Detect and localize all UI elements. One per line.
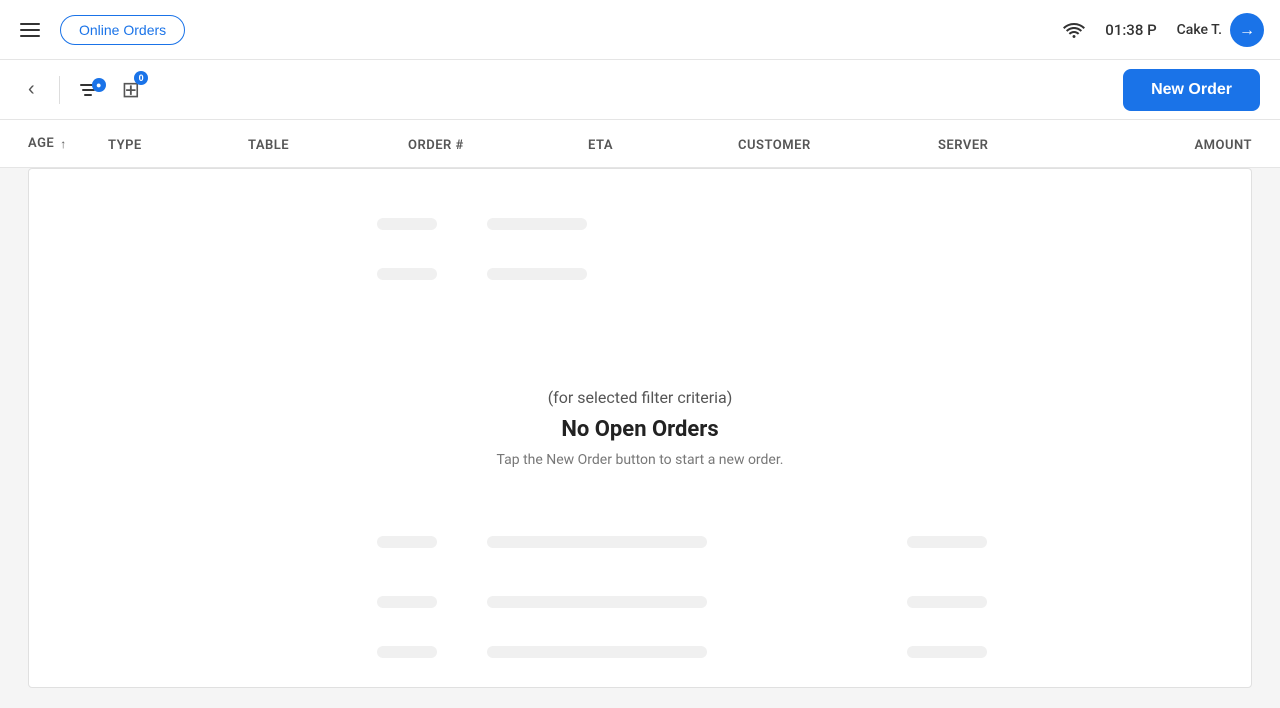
back-icon: ‹: [28, 78, 35, 101]
placeholder-cell: [487, 536, 707, 548]
empty-subtitle: Tap the New Order button to start a new …: [497, 452, 784, 468]
type-header: TYPE: [108, 138, 142, 153]
placeholder-row-5: [29, 627, 1251, 677]
placeholder-row-2: [29, 249, 1251, 299]
filter-button[interactable]: ●: [76, 80, 102, 100]
table-header-label: TABLE: [248, 138, 289, 153]
col-table: TABLE: [248, 134, 408, 153]
topbar-left: Online Orders: [16, 15, 185, 45]
customer-header: CUSTOMER: [738, 138, 811, 153]
order-header: ORDER #: [408, 138, 464, 153]
back-button[interactable]: ‹: [20, 74, 43, 105]
amount-header: AMOUNT: [1194, 138, 1252, 153]
toolbar-left: ‹ ● ⊞ 0: [20, 73, 144, 107]
placeholder-cell: [377, 218, 437, 230]
col-server: SERVER: [938, 134, 1118, 153]
server-header: SERVER: [938, 138, 988, 153]
online-orders-button[interactable]: Online Orders: [60, 15, 185, 45]
placeholder-row-3: [29, 517, 1251, 567]
toolbar-divider: [59, 76, 60, 104]
placeholder-row-4: [29, 577, 1251, 627]
placeholder-cell: [907, 536, 987, 548]
wifi-icon: [1063, 22, 1085, 38]
table-header: AGE ↑ TYPE TABLE ORDER # ETA CUSTOMER SE…: [0, 120, 1280, 168]
age-header: AGE: [28, 136, 54, 151]
placeholder-cell: [487, 596, 707, 608]
user-avatar[interactable]: →: [1230, 13, 1264, 47]
register-badge: 0: [134, 71, 148, 85]
placeholder-cell: [377, 536, 437, 548]
col-amount: AMOUNT: [1118, 134, 1252, 153]
empty-filter-text: (for selected filter criteria): [548, 388, 733, 407]
time-display: 01:38 P: [1105, 21, 1156, 39]
col-customer: CUSTOMER: [738, 134, 938, 153]
placeholder-row-1: [29, 199, 1251, 249]
topbar: Online Orders 01:38 P Cake T. →: [0, 0, 1280, 60]
placeholder-cell: [487, 646, 707, 658]
placeholder-cell: [487, 218, 587, 230]
placeholder-cell: [907, 646, 987, 658]
avatar-icon: →: [1239, 20, 1255, 40]
orders-table-body: (for selected filter criteria) No Open O…: [28, 168, 1252, 688]
placeholder-cell: [487, 268, 587, 280]
col-type: TYPE: [108, 134, 248, 153]
empty-title: No Open Orders: [561, 417, 718, 442]
new-order-button[interactable]: New Order: [1123, 69, 1260, 111]
user-section: Cake T. →: [1177, 13, 1264, 47]
toolbar: ‹ ● ⊞ 0 New Order: [0, 60, 1280, 120]
eta-header: ETA: [588, 138, 613, 153]
filter-badge: ●: [92, 78, 106, 92]
register-button[interactable]: ⊞ 0: [118, 73, 144, 107]
col-order: ORDER #: [408, 134, 588, 153]
hamburger-icon: [20, 23, 40, 37]
user-name: Cake T.: [1177, 22, 1222, 38]
col-eta: ETA: [588, 134, 738, 153]
topbar-right: 01:38 P Cake T. →: [1063, 13, 1264, 47]
menu-button[interactable]: [16, 19, 44, 41]
col-age: AGE ↑: [28, 136, 108, 151]
sort-arrow-icon[interactable]: ↑: [60, 137, 66, 151]
placeholder-cell: [907, 596, 987, 608]
placeholder-cell: [377, 596, 437, 608]
placeholder-cell: [377, 646, 437, 658]
empty-state: (for selected filter criteria) No Open O…: [497, 388, 784, 468]
placeholder-cell: [377, 268, 437, 280]
